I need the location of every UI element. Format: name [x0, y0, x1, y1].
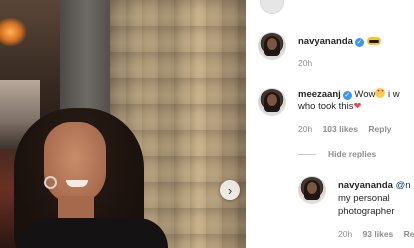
photo-person-smile: [66, 180, 88, 187]
reply-username[interactable]: navyananda: [338, 180, 393, 191]
reply-likes[interactable]: 93 likes: [363, 229, 394, 239]
comment-username[interactable]: meezaanj ✓: [298, 89, 352, 100]
sunglasses-emoji-icon: [366, 37, 381, 45]
chevron-right-icon: ›: [227, 182, 233, 198]
username-text[interactable]: meezaanj: [298, 89, 341, 100]
reply-time: 20h: [338, 229, 353, 239]
carousel-next-button[interactable]: ›: [220, 180, 240, 200]
avatar-head: [267, 94, 277, 106]
post-photo: ›: [0, 0, 246, 248]
comment-line1-tail: i w: [388, 89, 400, 100]
comment-text-line2: who took this❤: [298, 101, 361, 113]
photo-person-body: [18, 218, 168, 248]
comment-line1: Wow: [354, 89, 376, 100]
comment-time: 20h: [298, 58, 313, 68]
comment-line2: who took this: [298, 101, 354, 112]
comment-avatar-meezaanj[interactable]: [258, 88, 286, 116]
comment-username[interactable]: navyananda ✓: [298, 36, 381, 47]
reply-text-line1: my personal: [338, 193, 390, 204]
reply-avatar-navyananda[interactable]: [298, 176, 326, 204]
reply-text-line2: photographer: [338, 206, 395, 217]
hide-replies-button[interactable]: Hide replies: [328, 149, 376, 159]
reply-button[interactable]: Reply: [368, 124, 391, 134]
comment-meta: 20h: [298, 58, 312, 68]
reply-meta: 20h 93 likes Reply: [338, 229, 414, 239]
comment-meta: 20h 103 likes Reply: [298, 124, 392, 134]
comment-avatar-navyananda[interactable]: [258, 32, 286, 60]
reply-text: navyananda @n: [338, 180, 411, 192]
photo-person-face: [44, 122, 106, 204]
verified-badge-icon: ✓: [342, 91, 352, 100]
photo-lamp: [0, 18, 26, 46]
verified-badge-icon: ✓: [354, 38, 364, 47]
avatar-head: [267, 38, 277, 50]
avatar[interactable]: [260, 0, 284, 14]
heart-eyes-emoji-icon: [375, 88, 386, 98]
comment-likes[interactable]: 103 likes: [323, 124, 358, 134]
comment-text: meezaanj✓ Wow i w: [298, 88, 400, 101]
comment-time: 20h: [298, 124, 313, 134]
comments-panel: navyananda✓ 20h meezaanj✓ Wow i w who to…: [246, 0, 414, 248]
reply-mention[interactable]: @n: [396, 180, 411, 191]
heart-emoji-icon: ❤: [353, 101, 362, 112]
hide-replies-line: [298, 154, 316, 155]
username-text[interactable]: navyananda: [298, 36, 353, 47]
photo-person-earring: [44, 176, 57, 189]
reply-button[interactable]: Reply: [404, 229, 414, 239]
avatar-head: [307, 182, 317, 194]
